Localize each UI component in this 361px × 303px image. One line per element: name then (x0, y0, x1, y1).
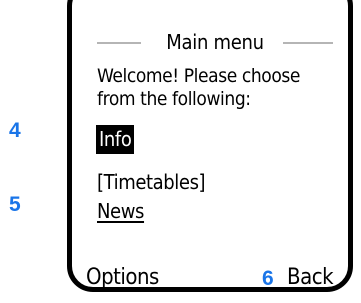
menu-item-timetables[interactable]: [Timetables] (97, 170, 206, 194)
welcome-line: from the following: (97, 88, 251, 110)
callout-number: 4 (9, 119, 21, 142)
screen-header: Main menu (97, 29, 333, 55)
header-divider-right (283, 42, 333, 44)
callout-number: 5 (9, 193, 21, 216)
callout-number: 6 (262, 267, 274, 290)
welcome-message: Welcome! Please choose from the followin… (97, 65, 337, 111)
header-divider-left (97, 42, 141, 44)
options-softkey[interactable]: Options (86, 265, 159, 290)
phone-mockup: 4 5 Main menu Welcome! Please choose fro… (0, 0, 361, 303)
menu-item-news[interactable]: News (97, 199, 144, 223)
welcome-line: Welcome! Please choose (97, 65, 301, 87)
menu-item-info[interactable]: Info (96, 125, 135, 154)
page-title: Main menu (166, 30, 264, 54)
back-softkey[interactable]: Back (287, 265, 334, 290)
